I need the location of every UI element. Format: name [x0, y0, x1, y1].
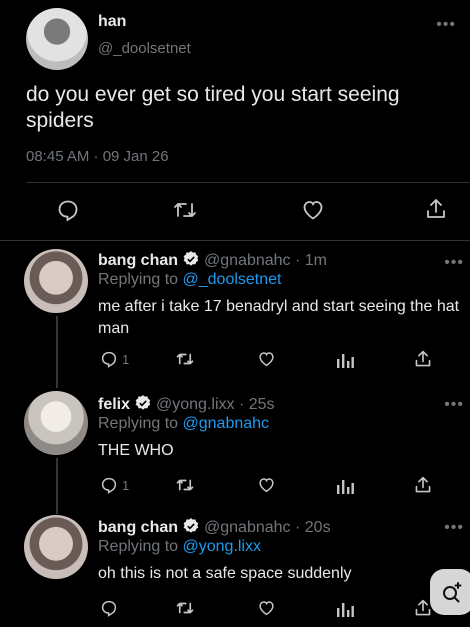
tweet-text: do you ever get so tired you start seein… — [26, 83, 400, 132]
reply-author-name[interactable]: bang chan — [98, 519, 178, 536]
compose-button[interactable] — [430, 569, 470, 615]
reply-author-handle[interactable]: @yong.lixx — [156, 396, 235, 413]
heart-icon[interactable] — [301, 198, 325, 222]
reply-text: oh this is not a safe space suddenly — [98, 565, 352, 582]
reply-time: · 1m — [295, 252, 327, 269]
reply-avatar[interactable] — [24, 515, 88, 579]
replying-to-label: Replying to — [98, 538, 179, 555]
reply-author-handle[interactable]: @gnabnahc — [204, 252, 291, 269]
verified-badge-icon — [134, 394, 152, 417]
divider — [0, 240, 470, 241]
views-icon[interactable] — [336, 600, 354, 618]
retweet-icon[interactable] — [175, 599, 195, 617]
reply-icon[interactable] — [100, 599, 118, 617]
reply-avatar[interactable] — [24, 249, 88, 313]
reply-author-name[interactable]: bang chan — [98, 252, 178, 269]
reply-text: me after i take 17 benadryl and start se… — [98, 298, 460, 337]
replying-to-label: Replying to — [98, 415, 179, 432]
heart-icon[interactable] — [257, 599, 276, 617]
reply-icon[interactable] — [100, 350, 118, 368]
author-avatar[interactable] — [26, 8, 88, 70]
reply-count: 1 — [122, 478, 130, 493]
reply-text: THE WHO — [98, 442, 174, 459]
reply-count: 1 — [122, 352, 130, 367]
retweet-icon[interactable] — [175, 350, 195, 368]
reply-time: · 25s — [238, 396, 275, 413]
reply-icon[interactable] — [56, 198, 80, 222]
more-icon[interactable]: ••• — [444, 396, 464, 414]
retweet-icon[interactable] — [175, 476, 195, 494]
reply-author-name[interactable]: felix — [98, 396, 130, 413]
share-icon[interactable] — [425, 197, 447, 221]
views-icon[interactable] — [336, 351, 354, 369]
reply-icon[interactable] — [100, 476, 118, 494]
author-handle[interactable]: @_doolsetnet — [98, 40, 191, 57]
replying-to-link[interactable]: @gnabnahc — [183, 415, 270, 432]
replying-to-link[interactable]: @_doolsetnet — [183, 271, 282, 288]
reply-time: · 20s — [295, 519, 331, 536]
replying-to-label: Replying to — [98, 271, 179, 288]
reply-avatar[interactable] — [24, 391, 88, 455]
heart-icon[interactable] — [257, 350, 276, 368]
verified-badge-icon — [182, 250, 200, 273]
views-icon[interactable] — [336, 477, 354, 495]
more-icon[interactable]: ••• — [444, 519, 464, 537]
retweet-icon[interactable] — [172, 198, 198, 222]
share-icon[interactable] — [414, 349, 432, 369]
heart-icon[interactable] — [257, 476, 276, 494]
tweet-timestamp: 08:45 AM · 09 Jan 26 — [26, 148, 169, 165]
reply-author-handle[interactable]: @gnabnahc — [204, 519, 291, 536]
verified-badge-icon — [182, 517, 200, 540]
thread-line — [56, 316, 58, 388]
divider — [26, 182, 470, 183]
more-icon[interactable]: ••• — [436, 16, 456, 34]
compose-sparkle-icon — [440, 580, 464, 604]
more-icon[interactable]: ••• — [444, 254, 464, 272]
share-icon[interactable] — [414, 475, 432, 495]
replying-to-link[interactable]: @yong.lixx — [183, 538, 262, 555]
author-name[interactable]: han — [98, 13, 126, 31]
thread-line — [56, 458, 58, 514]
